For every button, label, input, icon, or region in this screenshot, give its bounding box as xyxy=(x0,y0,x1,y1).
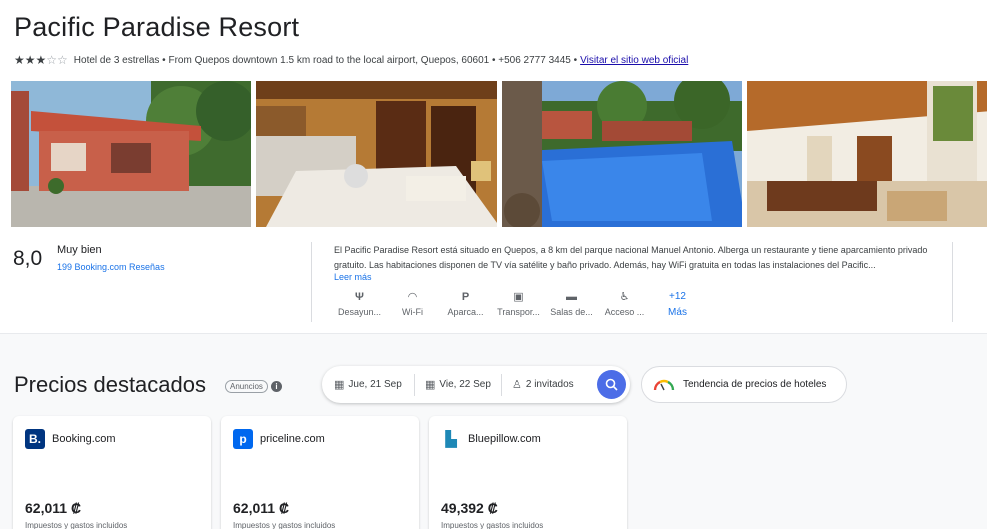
briefcase-icon: ▬ xyxy=(566,290,577,303)
guests-selector[interactable]: ♙ 2 invitados xyxy=(502,378,574,391)
provider-price: 49,392 ₡ xyxy=(441,500,498,516)
rating-verdict: Muy bien xyxy=(57,244,102,256)
amenity-transport[interactable]: ▣ Transpor... xyxy=(492,289,545,318)
provider-card-booking[interactable]: B. Booking.com 62,011 ₡ Impuestos y gast… xyxy=(13,416,211,529)
booking-logo-icon: B. xyxy=(25,429,45,449)
provider-name: Bluepillow.com xyxy=(468,433,541,445)
amenity-accessible[interactable]: ♿ Acceso ... xyxy=(598,289,651,318)
photo-exterior[interactable] xyxy=(11,81,252,227)
checkout-label: Vie, 22 Sep xyxy=(439,379,491,390)
calendar-icon: ▦ xyxy=(425,379,436,391)
tax-note: Impuestos y gastos incluidos xyxy=(441,521,544,529)
provider-cards: B. Booking.com 62,011 ₡ Impuestos y gast… xyxy=(13,416,627,529)
amenity-label: Wi-Fi xyxy=(402,307,423,317)
bluepillow-logo-icon: ▙ xyxy=(441,429,461,449)
amenity-label: Aparca... xyxy=(447,307,484,317)
parking-icon: P xyxy=(461,290,470,303)
hotel-title: Pacific Paradise Resort xyxy=(14,12,300,42)
wifi-icon: ◠ xyxy=(408,291,417,303)
provider-price: 62,011 ₡ xyxy=(233,500,290,516)
guests-label: 2 invitados xyxy=(525,379,574,390)
amenity-label: Acceso ... xyxy=(604,307,645,317)
reviews-link[interactable]: 199 Booking.com Reseñas xyxy=(57,262,165,272)
photo-gallery xyxy=(11,81,987,227)
tax-note: Impuestos y gastos incluidos xyxy=(233,521,336,529)
price-trend-label: Tendencia de precios de hoteles xyxy=(683,379,827,390)
hotel-description: El Pacific Paradise Resort está situado … xyxy=(334,245,928,270)
amenity-more-count: +12 xyxy=(669,291,686,302)
priceline-logo-icon: p xyxy=(233,429,253,449)
provider-name: priceline.com xyxy=(260,433,325,445)
read-more-link[interactable]: Leer más xyxy=(334,272,372,282)
star-rating: ★★★☆☆ xyxy=(14,53,68,67)
checkin-date[interactable]: ▦ Jue, 21 Sep xyxy=(322,378,414,391)
person-icon: ♙ xyxy=(512,379,522,391)
amenities-list: Ψ Desayun... ◠ Wi-Fi P Aparca... ▣ Trans… xyxy=(333,289,704,319)
search-icon xyxy=(605,378,618,391)
ads-badge: Anuncios xyxy=(225,380,268,393)
photo-lounge[interactable] xyxy=(746,81,987,227)
accessible-icon: ♿ xyxy=(619,291,630,303)
gauge-icon xyxy=(653,379,675,391)
bus-icon: ▣ xyxy=(513,291,524,303)
provider-card-bluepillow[interactable]: ▙ Bluepillow.com 49,392 ₡ Impuestos y ga… xyxy=(429,416,627,529)
price-trend-button[interactable]: Tendencia de precios de hoteles xyxy=(641,366,847,403)
tax-note: Impuestos y gastos incluidos xyxy=(25,521,128,529)
amenity-breakfast[interactable]: Ψ Desayun... xyxy=(333,289,386,318)
amenity-more-label: Más xyxy=(668,307,687,318)
stars-empty: ☆☆ xyxy=(46,53,68,67)
divider xyxy=(311,242,312,322)
prices-title: Precios destacados xyxy=(14,372,206,397)
amenity-label: Transpor... xyxy=(497,307,540,317)
amenity-label: Desayun... xyxy=(337,307,382,317)
search-button[interactable] xyxy=(597,370,626,399)
provider-name: Booking.com xyxy=(52,433,116,445)
hotel-details: Hotel de 3 estrellas • From Quepos downt… xyxy=(73,54,578,66)
divider xyxy=(952,242,953,322)
checkin-label: Jue, 21 Sep xyxy=(348,379,402,390)
amenity-parking[interactable]: P Aparca... xyxy=(439,289,492,318)
rating-score: 8,0 xyxy=(13,247,43,270)
provider-card-priceline[interactable]: p priceline.com 62,011 ₡ Impuestos y gas… xyxy=(221,416,419,529)
stars-filled: ★★★ xyxy=(14,53,47,67)
hotel-subtitle: ★★★☆☆ Hotel de 3 estrellas • From Quepos… xyxy=(14,53,688,67)
official-website-link[interactable]: Visitar el sitio web oficial xyxy=(580,55,688,66)
checkout-date[interactable]: ▦ Vie, 22 Sep xyxy=(415,378,501,391)
info-icon[interactable]: i xyxy=(271,381,282,392)
amenity-more-button[interactable]: +12 Más xyxy=(651,289,704,318)
provider-price: 62,011 ₡ xyxy=(25,500,82,516)
photo-pool[interactable] xyxy=(501,81,742,227)
photo-room[interactable] xyxy=(256,81,497,227)
calendar-icon: ▦ xyxy=(334,379,345,391)
fork-knife-icon: Ψ xyxy=(355,290,364,303)
amenity-meeting-rooms[interactable]: ▬ Salas de... xyxy=(545,289,598,318)
amenity-wifi[interactable]: ◠ Wi-Fi xyxy=(386,289,439,318)
date-guest-selector: ▦ Jue, 21 Sep ▦ Vie, 22 Sep ♙ 2 invitado… xyxy=(322,366,630,403)
amenity-label: Salas de... xyxy=(550,307,593,317)
